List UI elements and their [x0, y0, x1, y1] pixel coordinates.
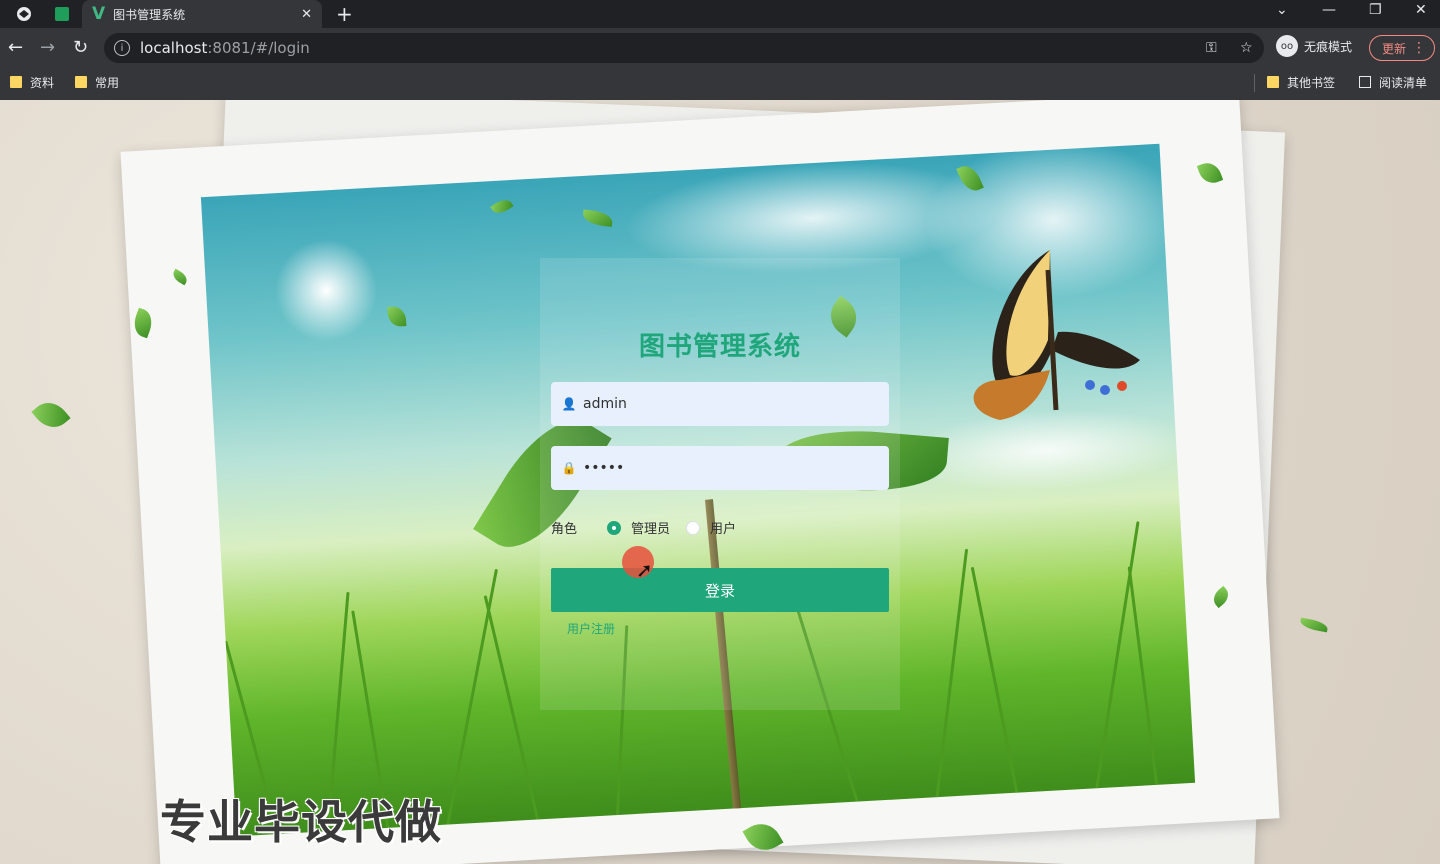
vue-logo-icon: V	[92, 4, 106, 24]
password-value: •••••	[583, 460, 625, 476]
incognito-icon: oo	[1276, 35, 1298, 57]
close-window-icon[interactable]: ✕	[1415, 2, 1427, 18]
incognito-label: 无痕模式	[1304, 39, 1353, 54]
more-menu-icon[interactable]: ⋮	[1412, 40, 1426, 56]
url-path: :8081/#/login	[207, 39, 310, 57]
role-radio-user[interactable]: 用户	[686, 518, 736, 537]
site-info-icon[interactable]: i	[114, 40, 130, 56]
tab-close-icon[interactable]: ✕	[301, 7, 312, 22]
url-host: localhost	[140, 39, 208, 57]
folder-icon	[75, 76, 87, 88]
grass-blade	[970, 566, 1019, 793]
bookmarks-bar: 资料 常用 其他书签 阅读清单	[0, 68, 1440, 101]
bookmark-label: 常用	[95, 75, 120, 90]
user-icon: 👤	[561, 397, 577, 411]
lock-icon: 🔒	[561, 461, 577, 475]
bookmark-label: 资料	[30, 75, 55, 90]
bookmarks-divider	[1254, 74, 1255, 92]
username-input[interactable]: 👤 admin	[551, 382, 889, 426]
update-label: 更新	[1382, 41, 1407, 56]
leaf-decoration	[387, 306, 407, 328]
bookmark-folder-1[interactable]: 资料	[10, 68, 54, 96]
grass-blade	[935, 548, 969, 798]
radio-unchecked-icon	[686, 520, 700, 535]
app-tab-icon[interactable]	[52, 0, 72, 28]
tab-search-icon[interactable]: ⌄	[1276, 2, 1288, 18]
address-bar[interactable]: i localhost:8081/#/login ⚿ ☆	[104, 33, 1264, 63]
restore-icon[interactable]: ❐	[1369, 2, 1382, 18]
role-label: 角色	[551, 522, 578, 537]
login-button[interactable]: 登录	[551, 568, 889, 612]
incognito-profile[interactable]: oo 无痕模式	[1276, 35, 1352, 57]
login-title: 图书管理系统	[638, 332, 801, 362]
bookmark-star-icon[interactable]: ☆	[1240, 33, 1253, 63]
role-admin-label: 管理员	[631, 522, 671, 537]
leaf-decoration	[490, 196, 514, 218]
grass-blade	[1095, 521, 1140, 789]
role-radio-admin[interactable]: 管理员	[607, 518, 670, 537]
butterfly-illustration	[973, 250, 1140, 420]
password-input[interactable]: 🔒 •••••	[551, 446, 889, 490]
leaf-decoration	[31, 395, 71, 435]
reading-list-label: 阅读清单	[1379, 75, 1428, 90]
folder-icon	[1267, 76, 1279, 88]
bookmark-folder-2[interactable]: 常用	[75, 68, 119, 96]
grass-blade	[483, 595, 540, 820]
sun-glow	[263, 227, 390, 354]
register-link[interactable]: 用户注册	[567, 620, 615, 637]
mouse-cursor-icon: ➚	[636, 558, 653, 582]
password-key-icon[interactable]: ⚿	[1206, 33, 1217, 63]
radio-checked-icon	[607, 520, 621, 535]
leaf-decoration	[1299, 617, 1329, 633]
minimize-icon[interactable]: —	[1322, 2, 1336, 18]
update-button[interactable]: 更新 ⋮	[1369, 35, 1435, 61]
role-user-label: 用户	[710, 522, 737, 537]
browser-toolbar: ← → ↻ i localhost:8081/#/login ⚿ ☆ oo 无痕…	[0, 28, 1440, 68]
reading-list[interactable]: 阅读清单	[1359, 68, 1427, 96]
tab-strip: V 图书管理系统 ✕ + ⌄ — ❐ ✕	[0, 0, 1440, 28]
watermark-text: 专业毕设代做	[160, 795, 442, 849]
back-icon[interactable]: ←	[8, 36, 23, 60]
folder-icon	[10, 76, 22, 88]
grass-blade	[1127, 566, 1159, 786]
tab-active[interactable]: V 图书管理系统 ✕	[82, 0, 322, 28]
other-bookmarks[interactable]: 其他书签	[1267, 68, 1335, 96]
forward-icon[interactable]: →	[40, 36, 55, 60]
reading-list-icon	[1359, 76, 1371, 88]
reload-icon[interactable]: ↻	[73, 36, 88, 60]
leaf-decoration	[581, 209, 614, 227]
tab-title: 图书管理系统	[113, 7, 186, 22]
username-value: admin	[583, 396, 627, 412]
browser-menu-icon[interactable]	[12, 0, 36, 28]
new-tab-icon[interactable]: +	[336, 2, 353, 26]
grass-blade	[446, 568, 498, 825]
other-bookmarks-label: 其他书签	[1287, 75, 1336, 90]
